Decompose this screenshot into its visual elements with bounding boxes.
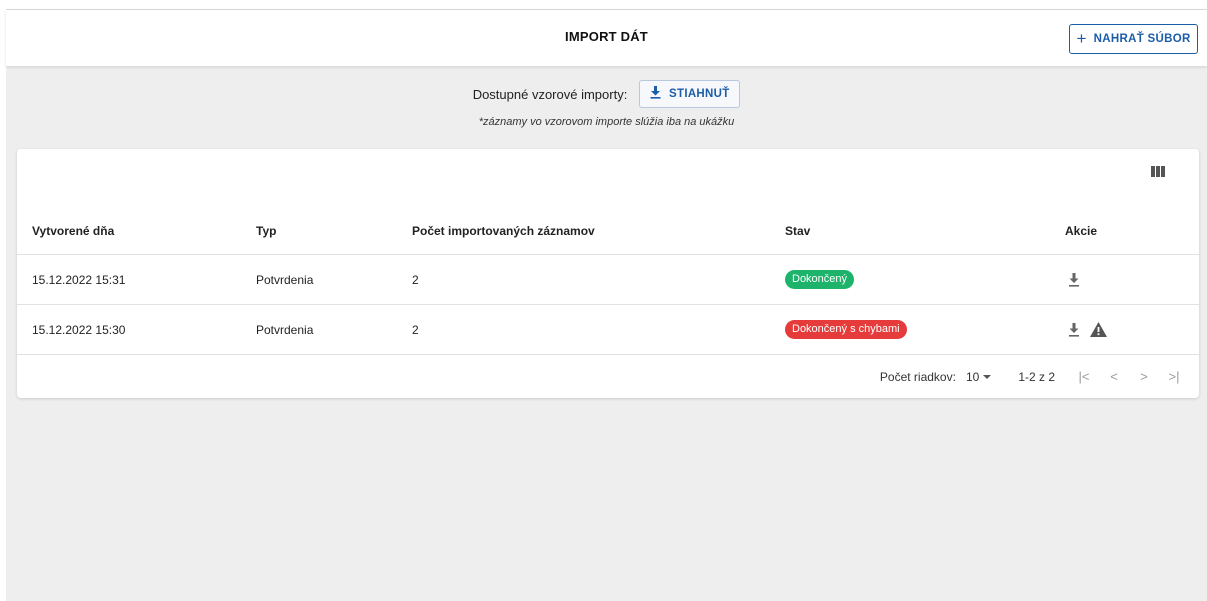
cell-status: Dokončený xyxy=(785,255,855,304)
table-row: 15.12.2022 15:31 Potvrdenia 2 Dokončený xyxy=(17,255,1199,305)
cell-type: Potvrdenia xyxy=(256,272,314,287)
column-header-type[interactable]: Typ xyxy=(256,207,276,254)
cell-type: Potvrdenia xyxy=(256,322,314,337)
status-badge: Dokončený s chybami xyxy=(785,320,907,339)
cell-created: 15.12.2022 15:30 xyxy=(32,322,126,337)
sample-note: *záznamy vo vzorovom importe slúžia iba … xyxy=(478,116,735,128)
view-columns-icon[interactable] xyxy=(1151,166,1171,182)
upload-file-label: NAHRAŤ SÚBOR xyxy=(1093,33,1191,45)
download-icon xyxy=(650,86,661,102)
rows-per-page-label: Počet riadkov: xyxy=(879,369,956,384)
pagination: Počet riadkov: 10 1-2 z 2 |< < > >| xyxy=(17,355,1199,398)
download-sample-button[interactable]: STIAHNUŤ xyxy=(639,80,741,108)
cell-actions xyxy=(1065,305,1113,354)
pagination-range: 1-2 z 2 xyxy=(1018,369,1055,384)
column-header-count[interactable]: Počet importovaných záznamov xyxy=(412,207,595,254)
rows-per-page-select[interactable]: 10 xyxy=(965,369,992,384)
plus-icon: + xyxy=(1076,28,1087,48)
imports-table-card: Vytvorené dňa Typ Počet importovaných zá… xyxy=(17,149,1199,398)
page-header: IMPORT DÁT + NAHRAŤ SÚBOR xyxy=(6,10,1207,66)
chevron-down-icon xyxy=(983,374,992,379)
table-row: 15.12.2022 15:30 Potvrdenia 2 Dokončený … xyxy=(17,305,1199,355)
sample-imports-label: Dostupné vzorové importy: xyxy=(472,86,628,102)
download-icon[interactable] xyxy=(1065,271,1083,289)
page-title: IMPORT DÁT xyxy=(565,29,648,44)
warning-icon[interactable] xyxy=(1089,321,1107,339)
rows-per-page-value: 10 xyxy=(965,369,980,384)
status-badge: Dokončený xyxy=(785,270,855,289)
sample-imports: Dostupné vzorové importy: STIAHNUŤ xyxy=(6,80,1207,108)
cell-count: 2 xyxy=(412,272,419,287)
cell-created: 15.12.2022 15:31 xyxy=(32,272,126,287)
upload-file-button[interactable]: + NAHRAŤ SÚBOR xyxy=(1069,24,1198,54)
column-header-actions: Akcie xyxy=(1065,223,1098,238)
next-page-icon[interactable]: > xyxy=(1129,365,1159,389)
table-header: Vytvorené dňa Typ Počet importovaných zá… xyxy=(17,207,1199,255)
main-content: Dostupné vzorové importy: STIAHNUŤ *zázn… xyxy=(6,66,1207,601)
cell-count: 2 xyxy=(412,322,419,337)
first-page-icon[interactable]: |< xyxy=(1069,365,1099,389)
column-header-created[interactable]: Vytvorené dňa xyxy=(32,207,114,254)
cell-status: Dokončený s chybami xyxy=(785,305,907,354)
download-icon[interactable] xyxy=(1065,321,1083,339)
cell-actions xyxy=(1065,255,1089,304)
previous-page-icon[interactable]: < xyxy=(1099,365,1129,389)
last-page-icon[interactable]: >| xyxy=(1159,365,1189,389)
download-sample-label: STIAHNUŤ xyxy=(669,88,730,100)
column-header-status[interactable]: Stav xyxy=(785,207,810,254)
